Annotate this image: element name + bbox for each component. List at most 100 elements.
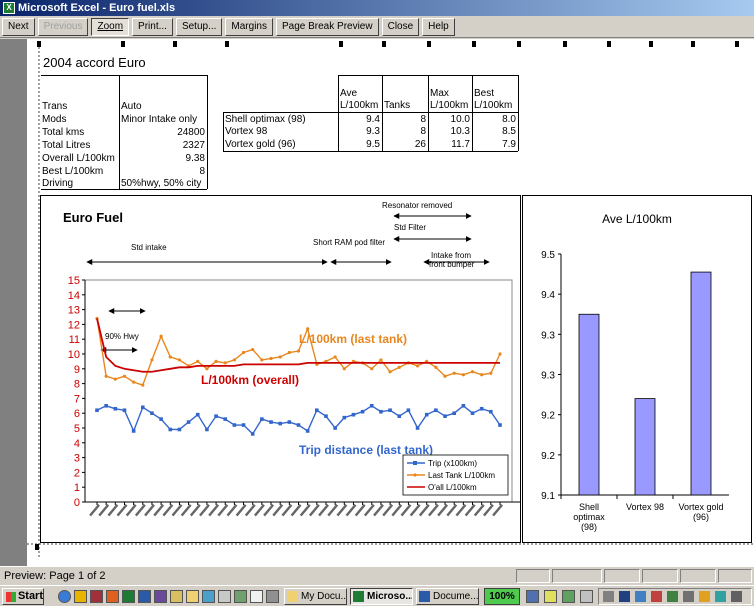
- access-icon[interactable]: [90, 590, 103, 603]
- page-break-preview-button[interactable]: Page Break Preview: [275, 17, 379, 36]
- zoom-indicator: 100%: [484, 588, 520, 605]
- data-point: [241, 350, 246, 355]
- system-tray: [598, 588, 752, 605]
- y-axis: 0123456789101112131415: [68, 275, 86, 509]
- bar: [690, 271, 712, 496]
- data-point: [250, 432, 255, 436]
- data-point: [424, 412, 429, 417]
- ime-icon[interactable]: [526, 590, 539, 603]
- next-button[interactable]: Next: [2, 17, 35, 36]
- task-my-documents[interactable]: My Docu...: [284, 588, 347, 605]
- data-point: [260, 417, 264, 421]
- y-tick-label: 11: [69, 334, 80, 346]
- folder-icon[interactable]: [186, 590, 199, 603]
- battery-icon[interactable]: [715, 591, 726, 602]
- x-tick-label: [308, 504, 320, 517]
- fuel-ave: 9.5: [366, 139, 380, 150]
- data-point: [480, 373, 484, 377]
- language-icon[interactable]: [619, 591, 630, 602]
- x-tick-label: [226, 504, 238, 517]
- preview-area[interactable]: 2004 accord Euro Trans Auto Mods Minor I…: [0, 39, 754, 566]
- help-tray-icon[interactable]: [544, 590, 557, 603]
- y-tick-label: 9.2: [541, 411, 555, 422]
- update-icon[interactable]: [699, 591, 710, 602]
- series-trip: [95, 404, 502, 436]
- x-tick-label: [327, 504, 339, 517]
- data-point: [269, 420, 273, 424]
- setup-button[interactable]: Setup...: [175, 17, 223, 36]
- data-point: [104, 374, 108, 378]
- x-tick-label: [354, 504, 366, 517]
- category-label: Vortex gold (96): [678, 502, 723, 522]
- previous-button[interactable]: Previous: [37, 17, 89, 36]
- data-point: [150, 411, 154, 415]
- info-label: Total Litres: [42, 140, 91, 151]
- media-icon[interactable]: [154, 590, 167, 603]
- series-label-last-tank: L/100km (last tank): [299, 332, 407, 346]
- network-tray-icon[interactable]: [635, 591, 646, 602]
- status-panel-2: [552, 569, 602, 583]
- y-tick-label: 8: [74, 379, 80, 391]
- word-icon[interactable]: [138, 590, 151, 603]
- info-value: Minor Intake only: [121, 114, 198, 125]
- close-button[interactable]: Close: [381, 17, 420, 36]
- explorer-icon[interactable]: [170, 590, 183, 603]
- paint-icon[interactable]: [218, 590, 231, 603]
- start-button[interactable]: Start: [2, 588, 44, 605]
- fuel-max: 11.7: [451, 139, 470, 150]
- status-panel-5: [680, 569, 716, 583]
- data-point: [223, 417, 228, 421]
- fuel-tanks: 26: [414, 139, 426, 150]
- data-point: [415, 364, 420, 368]
- fuel-max: 10.0: [450, 114, 470, 125]
- x-tick-label: [318, 504, 329, 517]
- data-point: [443, 414, 447, 418]
- data-point: [159, 417, 163, 421]
- margins-button[interactable]: Margins: [225, 17, 273, 36]
- x-tick-label: [464, 504, 476, 517]
- status-panel-3: [604, 569, 640, 583]
- data-point: [388, 408, 392, 413]
- data-point: [223, 361, 227, 365]
- sync-icon[interactable]: [562, 590, 575, 603]
- data-point: [415, 426, 420, 430]
- outlook-icon[interactable]: [74, 590, 87, 603]
- printer-icon[interactable]: [683, 591, 694, 602]
- volume-icon[interactable]: [603, 591, 614, 602]
- zoom-button[interactable]: Zoom: [91, 17, 130, 36]
- info-value: 24800: [177, 127, 205, 138]
- antivirus-icon[interactable]: [651, 591, 662, 602]
- annotation-intake-bumper-2: front bumper: [429, 260, 475, 269]
- info-value: 2327: [182, 140, 205, 151]
- calc-icon[interactable]: [266, 590, 279, 603]
- data-point: [269, 356, 273, 361]
- help-button[interactable]: Help: [422, 17, 455, 36]
- fuel-name: Shell optimax (98): [225, 114, 306, 125]
- header-ave-unit: L/100km: [340, 100, 379, 111]
- task-microsoft-excel[interactable]: Microso...: [350, 588, 413, 605]
- x-tick-label: [89, 504, 101, 517]
- notepad-icon[interactable]: [250, 590, 263, 603]
- task-document[interactable]: Docume...: [416, 588, 479, 605]
- print-button[interactable]: Print...: [132, 17, 173, 36]
- desktop-icon[interactable]: [202, 590, 215, 603]
- data-point: [296, 423, 301, 427]
- excel-app-icon: X: [3, 2, 15, 14]
- data-point: [232, 423, 237, 427]
- chart-legend: Trip (x100km) Last Tank L/100km O'all L/…: [402, 454, 509, 496]
- monitor-icon[interactable]: [667, 591, 678, 602]
- ie-icon[interactable]: [58, 590, 71, 603]
- clock-icon[interactable]: [731, 591, 742, 602]
- excel-icon[interactable]: [122, 590, 135, 603]
- network-icon[interactable]: [234, 590, 247, 603]
- powerpoint-icon[interactable]: [106, 590, 119, 603]
- data-point: [113, 377, 117, 381]
- x-tick-label: [299, 504, 311, 517]
- mail-icon[interactable]: [580, 590, 593, 603]
- line-chart-frame: Euro Fuel Resonator removed Std Filter S…: [40, 195, 521, 543]
- y-tick-label: 9: [74, 364, 80, 376]
- info-label: Driving: [42, 178, 74, 189]
- data-point: [214, 359, 218, 363]
- x-tick-label: [428, 504, 439, 517]
- x-tick-label: [455, 504, 467, 517]
